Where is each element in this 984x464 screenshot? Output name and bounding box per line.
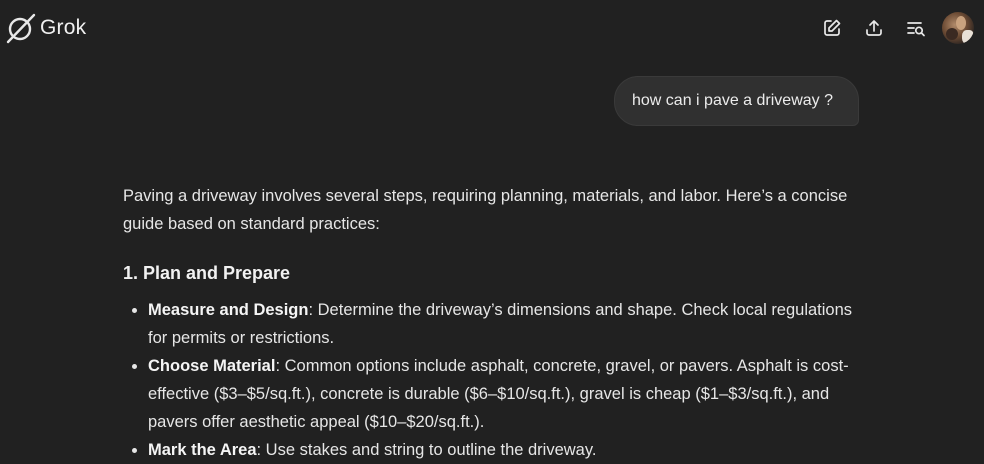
section-heading: 1. Plan and Prepare [123,263,291,283]
list-item: Measure and Design: Determine the drivew… [148,296,863,352]
user-message-text: how can i pave a driveway ? [632,92,833,109]
history-search-button[interactable] [902,14,930,42]
search-history-icon [907,22,925,37]
bullet-list: Measure and Design: Determine the drivew… [123,296,863,464]
user-avatar[interactable] [942,12,974,44]
top-bar: Grok [0,0,984,56]
list-item: Choose Material: Common options include … [148,352,863,436]
response-intro: Paving a driveway involves several steps… [123,187,848,233]
user-message-bubble: how can i pave a driveway ? [614,76,859,126]
bullet-term: Measure and Design [148,301,309,319]
app-name: Grok [40,16,87,39]
bullet-term: Choose Material [148,357,276,375]
bullet-text: : Use stakes and string to outline the d… [256,441,597,459]
grok-logo-icon [6,13,36,44]
edit-icon [824,19,841,36]
new-chat-button[interactable] [818,14,846,42]
assistant-response: Paving a driveway involves several steps… [123,182,863,464]
share-button[interactable] [860,14,888,42]
grok-logo[interactable]: Grok [6,12,86,44]
bullet-term: Mark the Area [148,441,257,459]
share-icon [866,20,882,36]
list-item: Mark the Area: Use stakes and string to … [148,436,863,464]
